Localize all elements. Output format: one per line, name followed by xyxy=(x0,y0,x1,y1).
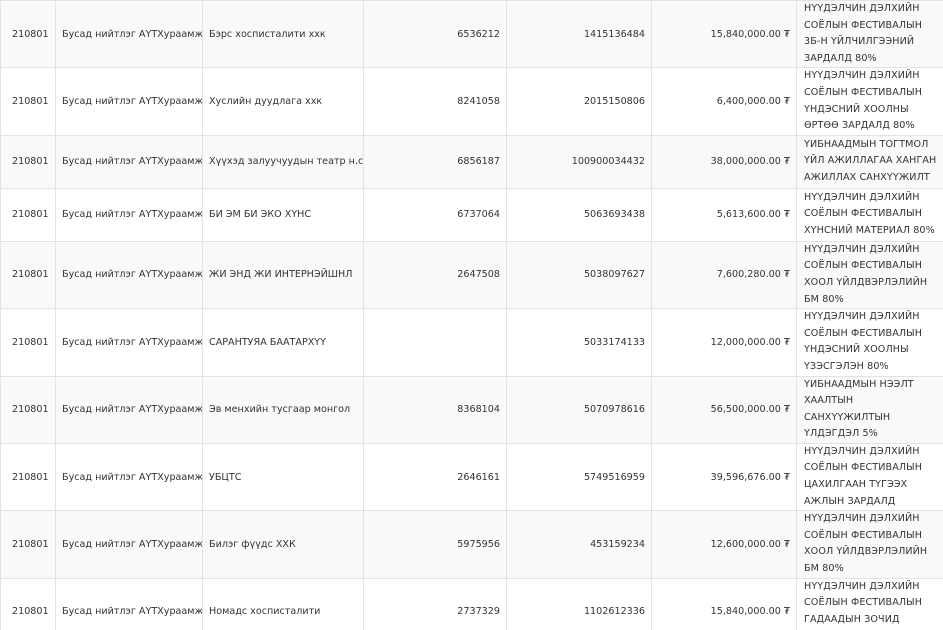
cell-category: Бусад нийтлэг АҮТХураамж xyxy=(55,578,203,630)
cell-registration: 2646161 xyxy=(363,443,507,512)
cell-vendor: УБЦТС xyxy=(202,443,364,512)
cell-registration: 2737329 xyxy=(363,578,507,630)
table-row[interactable]: 210801 Бусад нийтлэг АҮТХураамж БИ ЭМ БИ… xyxy=(0,188,943,242)
cell-registration xyxy=(363,308,507,377)
cell-amount: 38,000,000.00 ₮ xyxy=(651,135,797,189)
cell-amount: 7,600,280.00 ₮ xyxy=(651,241,797,310)
description-text: ҮИБНААДМЫН НЭЭЛТ ХААЛТЫН САНХҮҮЖИЛТЫН ҮЛ… xyxy=(804,378,914,440)
cell-registration: 6737064 xyxy=(363,188,507,242)
transactions-table: 210801 Бусад нийтлэг АҮТХураамж Бэрс хос… xyxy=(0,0,943,630)
cell-code: 210801 xyxy=(0,0,56,69)
description-text: НҮҮДЭЛЧИН ДЭЛХИЙН СОЁЛЫН ФЕСТИВАЛЫН ҮНДЭ… xyxy=(804,70,923,132)
cell-account: 1415136484 xyxy=(506,0,652,69)
cell-amount: 56,500,000.00 ₮ xyxy=(651,376,797,444)
cell-description: НҮҮДЭЛЧИН ДЭЛХИЙН СОЁЛЫН ФЕСТИВАЛЫН ҮНДЭ… xyxy=(796,308,943,377)
description-text: НҮҮДЭЛЧИН ДЭЛХИЙН СОЁЛЫН ФЕСТИВАЛЫН 3Б-Н… xyxy=(804,3,923,64)
cell-vendor: Хүүхэд залуучуудын театр н.с xyxy=(202,135,364,189)
table-row[interactable]: 210801 Бусад нийтлэг АҮТХураамж ЖИ ЭНД Ж… xyxy=(0,241,943,310)
cell-account: 453159234 xyxy=(506,510,652,579)
cell-account: 5070978616 xyxy=(506,376,652,444)
cell-category: Бусад нийтлэг АҮТХураамж xyxy=(55,443,203,512)
cell-registration: 8241058 xyxy=(363,67,507,136)
cell-amount: 39,596,676.00 ₮ xyxy=(651,443,797,512)
table-body: 210801 Бусад нийтлэг АҮТХураамж Бэрс хос… xyxy=(0,0,943,630)
cell-vendor: САРАНТУЯА БААТАРХҮҮ xyxy=(202,308,364,377)
description-text: НҮҮДЭЛЧИН ДЭЛХИЙН СОЁЛЫН ФЕСТИВАЛЫН ХООЛ… xyxy=(804,243,928,305)
cell-code: 210801 xyxy=(0,578,56,630)
cell-amount: 15,840,000.00 ₮ xyxy=(651,0,797,69)
table-row[interactable]: 210801 Бусад нийтлэг АҮТХураамж Эв менхи… xyxy=(0,376,943,444)
cell-description: ҮИБНААДМЫН НЭЭЛТ ХААЛТЫН САНХҮҮЖИЛТЫН ҮЛ… xyxy=(796,376,943,444)
cell-amount: 5,613,600.00 ₮ xyxy=(651,188,797,242)
cell-amount: 15,840,000.00 ₮ xyxy=(651,578,797,630)
cell-category: Бусад нийтлэг АҮТХураамж xyxy=(55,135,203,189)
cell-registration: 2647508 xyxy=(363,241,507,310)
cell-category: Бусад нийтлэг АҮТХураамж xyxy=(55,188,203,242)
cell-vendor: ЖИ ЭНД ЖИ ИНТЕРНЭЙШНЛ xyxy=(202,241,364,310)
cell-description: НҮҮДЭЛЧИН ДЭЛХИЙН СОЁЛЫН ФЕСТИВАЛЫН 3Б-Н… xyxy=(796,0,943,69)
cell-account: 100900034432 xyxy=(506,135,652,189)
cell-vendor: Хуслийн дуудлага ххк xyxy=(202,67,364,136)
cell-category: Бусад нийтлэг АҮТХураамж xyxy=(55,241,203,310)
cell-account: 5749516959 xyxy=(506,443,652,512)
cell-amount: 12,600,000.00 ₮ xyxy=(651,510,797,579)
cell-amount: 6,400,000.00 ₮ xyxy=(651,67,797,136)
cell-vendor: БИ ЭМ БИ ЭКО ХҮНС xyxy=(202,188,364,242)
cell-description: НҮҮДЭЛЧИН ДЭЛХИЙН СОЁЛЫН ФЕСТИВАЛЫН ЦАХИ… xyxy=(796,443,943,512)
cell-category: Бусад нийтлэг АҮТХураамж xyxy=(55,0,203,69)
cell-vendor: Бэрс хосписталити ххк xyxy=(202,0,364,69)
description-text: НҮҮДЭЛЧИН ДЭЛХИЙН СОЁЛЫН ФЕСТИВАЛЫН ҮНДЭ… xyxy=(804,311,923,372)
cell-account: 2015150806 xyxy=(506,67,652,136)
description-text: НҮҮДЭЛЧИН ДЭЛХИЙН СОЁЛЫН ФЕСТИВАЛЫН ЦАХИ… xyxy=(804,445,923,507)
cell-description: НҮҮДЭЛЧИН ДЭЛХИЙН СОЁЛЫН ФЕСТИВАЛЫН ХООЛ… xyxy=(796,241,943,310)
cell-registration: 5975956 xyxy=(363,510,507,579)
cell-description: ҮИБНААДМЫН ТОГТМОЛ ҮЙЛ АЖИЛЛАГАА ХАНГАН … xyxy=(796,135,943,189)
cell-category: Бусад нийтлэг АҮТХураамж xyxy=(55,308,203,377)
table-row[interactable]: 210801 Бусад нийтлэг АҮТХураамж Хуслийн … xyxy=(0,67,943,136)
transactions-table-container: 210801 Бусад нийтлэг АҮТХураамж Бэрс хос… xyxy=(0,0,943,630)
cell-registration: 6536212 xyxy=(363,0,507,69)
cell-category: Бусад нийтлэг АҮТХураамж xyxy=(55,67,203,136)
cell-code: 210801 xyxy=(0,241,56,310)
cell-code: 210801 xyxy=(0,510,56,579)
cell-code: 210801 xyxy=(0,308,56,377)
cell-vendor: Номадс хосписталити xyxy=(202,578,364,630)
cell-code: 210801 xyxy=(0,376,56,444)
cell-account: 5063693438 xyxy=(506,188,652,242)
cell-category: Бусад нийтлэг АҮТХураамж xyxy=(55,510,203,579)
cell-code: 210801 xyxy=(0,443,56,512)
cell-account: 1102612336 xyxy=(506,578,652,630)
table-row[interactable]: 210801 Бусад нийтлэг АҮТХураамж Номадс х… xyxy=(0,578,943,630)
cell-account: 5033174133 xyxy=(506,308,652,377)
description-text: НҮҮДЭЛЧИН ДЭЛХИЙН СОЁЛЫН ФЕСТИВАЛЫН ХҮНС… xyxy=(804,191,935,237)
cell-description: НҮҮДЭЛЧИН ДЭЛХИЙН СОЁЛЫН ФЕСТИВАЛЫН ГАДА… xyxy=(796,578,943,630)
description-text: НҮҮДЭЛЧИН ДЭЛХИЙН СОЁЛЫН ФЕСТИВАЛЫН ГАДА… xyxy=(804,580,923,625)
cell-vendor: Эв менхийн тусгаар монгол xyxy=(202,376,364,444)
table-row[interactable]: 210801 Бусад нийтлэг АҮТХураамж Бэрс хос… xyxy=(0,0,943,69)
description-text: ҮИБНААДМЫН ТОГТМОЛ ҮЙЛ АЖИЛЛАГАА ХАНГАН … xyxy=(804,138,937,184)
cell-description: НҮҮДЭЛЧИН ДЭЛХИЙН СОЁЛЫН ФЕСТИВАЛЫН ХҮНС… xyxy=(796,188,943,242)
cell-category: Бусад нийтлэг АҮТХураамж xyxy=(55,376,203,444)
cell-registration: 6856187 xyxy=(363,135,507,189)
cell-vendor: Билэг фүүдс ХХК xyxy=(202,510,364,579)
cell-code: 210801 xyxy=(0,135,56,189)
cell-code: 210801 xyxy=(0,67,56,136)
table-row[interactable]: 210801 Бусад нийтлэг АҮТХураамж УБЦТС 26… xyxy=(0,443,943,512)
cell-code: 210801 xyxy=(0,188,56,242)
cell-description: НҮҮДЭЛЧИН ДЭЛХИЙН СОЁЛЫН ФЕСТИВАЛЫН ХООЛ… xyxy=(796,510,943,579)
cell-account: 5038097627 xyxy=(506,241,652,310)
table-row[interactable]: 210801 Бусад нийтлэг АҮТХураамж САРАНТУЯ… xyxy=(0,308,943,377)
cell-registration: 8368104 xyxy=(363,376,507,444)
table-row[interactable]: 210801 Бусад нийтлэг АҮТХураамж Билэг фү… xyxy=(0,510,943,579)
table-row[interactable]: 210801 Бусад нийтлэг АҮТХураамж Хүүхэд з… xyxy=(0,135,943,189)
cell-description: НҮҮДЭЛЧИН ДЭЛХИЙН СОЁЛЫН ФЕСТИВАЛЫН ҮНДЭ… xyxy=(796,67,943,136)
cell-amount: 12,000,000.00 ₮ xyxy=(651,308,797,377)
description-text: НҮҮДЭЛЧИН ДЭЛХИЙН СОЁЛЫН ФЕСТИВАЛЫН ХООЛ… xyxy=(804,513,928,575)
